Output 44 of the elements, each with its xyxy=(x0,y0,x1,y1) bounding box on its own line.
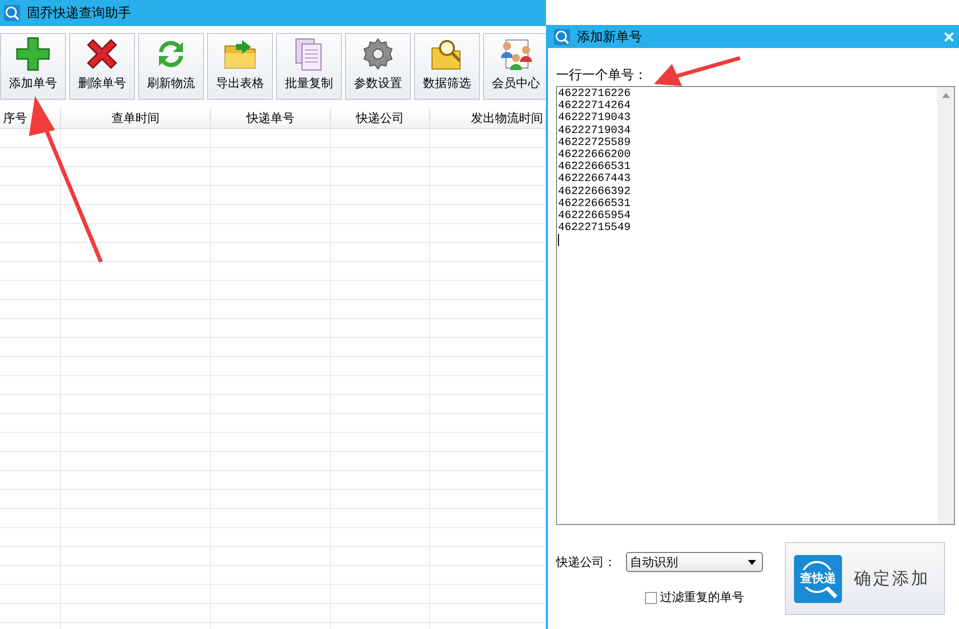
tracking-number: 46222666531 xyxy=(558,198,632,210)
toolbar-button[interactable]: 参数设置 xyxy=(345,33,411,100)
toolbar-button[interactable]: 刷新物流 xyxy=(138,33,204,100)
tracking-number: 46222715549 xyxy=(558,222,632,234)
tracking-number: 46222725589 xyxy=(558,136,632,150)
toolbar-button[interactable]: 数据筛选 xyxy=(414,33,480,100)
scrollbar[interactable] xyxy=(937,87,954,524)
dialog-title: 添加新单号 xyxy=(577,28,642,46)
checkbox[interactable] xyxy=(645,592,657,604)
column-header[interactable]: 发出物流时间 xyxy=(471,110,543,126)
toolbar-button[interactable]: 会员中心 xyxy=(483,33,546,100)
confirm-add-button[interactable]: 查快递 确定添加 xyxy=(785,542,945,615)
tracking-number: 46222665954 xyxy=(558,210,632,222)
tracking-number: 46222666200 xyxy=(558,149,632,162)
tracking-number: 46222719034 xyxy=(558,124,632,137)
tracking-numbers-field[interactable]: 46222716226 46222714264 46222719043 46222719034 46222725589 46222666200 46222666531 46222667443 46222666392 46222666531 46222665954 46222715549 xyxy=(556,86,955,525)
tracking-number: 46222716226 xyxy=(558,88,632,100)
app-logo-icon xyxy=(4,5,20,21)
window-title: 固乔快递查询助手 xyxy=(27,5,131,22)
close-icon xyxy=(944,32,954,42)
company-dropdown[interactable]: 自动识别 xyxy=(626,552,763,572)
tracking-number: 46222667443 xyxy=(558,173,632,186)
cross-icon xyxy=(84,36,120,72)
toolbar-button[interactable]: 导出表格 xyxy=(207,33,273,100)
plus-icon xyxy=(15,36,51,72)
app-logo-icon xyxy=(554,28,570,44)
column-header[interactable]: 查单时间 xyxy=(112,110,160,126)
field-label: 一行一个单号： xyxy=(556,67,647,85)
checkbox-label: 过滤重复的单号 xyxy=(660,589,744,606)
column-header[interactable]: 快递单号 xyxy=(246,110,294,126)
logo-text: 查快递 xyxy=(800,570,836,587)
tracking-number: 46222719043 xyxy=(558,112,632,125)
toolbar-button[interactable]: 批量复制 xyxy=(276,33,342,100)
toolbar-button[interactable]: 添加单号 xyxy=(0,33,66,100)
text-cursor xyxy=(558,234,559,246)
tracking-number: 46222714264 xyxy=(558,100,632,112)
column-header[interactable]: 快递公司 xyxy=(356,110,404,126)
tracking-number: 46222666392 xyxy=(558,186,632,198)
scroll-up-icon xyxy=(942,93,950,98)
field-label: 快递公司： xyxy=(556,554,616,570)
dropdown-caret-icon xyxy=(748,560,756,564)
toolbar-button[interactable]: 删除单号 xyxy=(69,33,135,100)
column-header[interactable]: 序号 xyxy=(3,110,27,126)
tracking-number: 46222666531 xyxy=(558,161,632,174)
